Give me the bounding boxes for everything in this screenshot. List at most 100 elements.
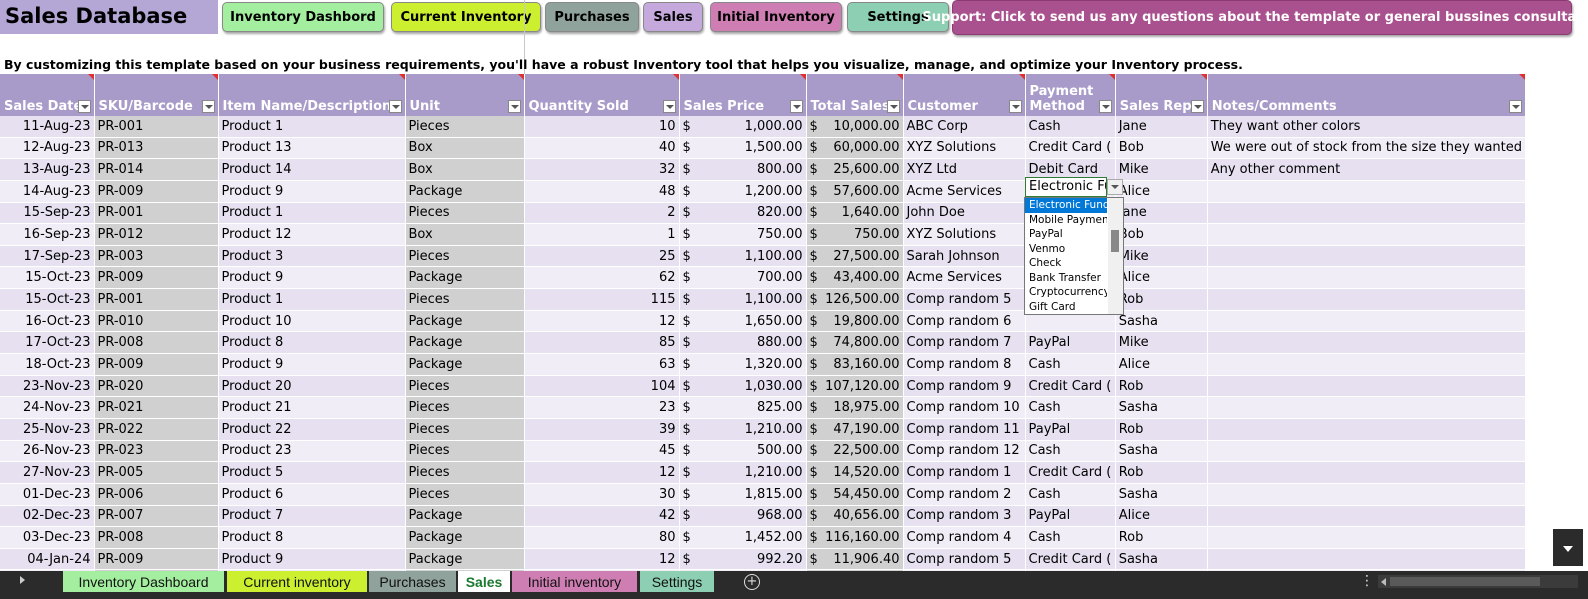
dropdown-option[interactable]: Mobile Paymen: [1025, 213, 1107, 228]
table-cell[interactable]: Product 9: [218, 353, 406, 376]
table-cell[interactable]: [1207, 461, 1527, 484]
table-cell[interactable]: [1207, 396, 1527, 419]
table-cell[interactable]: Any other comment: [1207, 158, 1527, 181]
table-cell[interactable]: $1,210.00: [679, 461, 807, 484]
payment-method-dropdown[interactable]: Electronic Fu: [1025, 177, 1107, 197]
table-cell[interactable]: $54,450.00: [806, 483, 904, 506]
filter-dropdown-icon[interactable]: [789, 100, 803, 113]
table-cell[interactable]: PR-001: [94, 202, 219, 225]
table-cell[interactable]: Product 14: [218, 158, 406, 181]
sheet-tab-2[interactable]: Purchases: [369, 571, 456, 592]
table-cell[interactable]: Pieces: [405, 440, 525, 463]
table-cell[interactable]: 1: [524, 223, 680, 246]
table-cell[interactable]: Sasha: [1115, 396, 1208, 419]
table-cell[interactable]: $992.20: [679, 548, 807, 571]
table-cell[interactable]: 03-Dec-23: [0, 526, 95, 549]
table-cell[interactable]: 13-Aug-23: [0, 158, 95, 181]
table-cell[interactable]: $107,120.00: [806, 375, 904, 398]
table-cell[interactable]: 16-Oct-23: [0, 310, 95, 333]
table-cell[interactable]: Box: [405, 223, 525, 246]
table-cell[interactable]: $18,975.00: [806, 396, 904, 419]
table-cell[interactable]: 16-Sep-23: [0, 223, 95, 246]
table-cell[interactable]: Alice: [1115, 180, 1208, 203]
table-cell[interactable]: $800.00: [679, 158, 807, 181]
table-cell[interactable]: $11,906.40: [806, 548, 904, 571]
table-cell[interactable]: We were out of stock from the size they …: [1207, 137, 1527, 160]
nav-button-2[interactable]: Purchases: [545, 2, 639, 32]
table-cell[interactable]: Comp random 3: [903, 505, 1026, 528]
table-cell[interactable]: $1,100.00: [679, 245, 807, 268]
table-cell[interactable]: Pieces: [405, 288, 525, 311]
table-cell[interactable]: $116,160.00: [806, 526, 904, 549]
table-cell[interactable]: $83,160.00: [806, 353, 904, 376]
table-cell[interactable]: Alice: [1115, 353, 1208, 376]
table-cell[interactable]: Comp random 1: [903, 461, 1026, 484]
table-cell[interactable]: Package: [405, 266, 525, 290]
table-cell[interactable]: Cash: [1025, 353, 1116, 376]
sheet-tab-4[interactable]: Initial inventory: [512, 571, 637, 592]
table-cell[interactable]: $1,100.00: [679, 288, 807, 311]
table-cell[interactable]: 01-Dec-23: [0, 483, 95, 506]
table-cell[interactable]: PR-020: [94, 375, 219, 398]
dropdown-option[interactable]: PayPal: [1025, 227, 1107, 242]
table-cell[interactable]: Mike: [1115, 158, 1208, 181]
table-cell[interactable]: 2: [524, 202, 680, 225]
dropdown-option[interactable]: Venmo: [1025, 242, 1107, 257]
table-cell[interactable]: 45: [524, 440, 680, 463]
table-cell[interactable]: 15-Oct-23: [0, 266, 95, 290]
dropdown-option[interactable]: Bank Transfer: [1025, 271, 1107, 286]
table-cell[interactable]: 25-Nov-23: [0, 418, 95, 441]
table-cell[interactable]: Package: [405, 505, 525, 528]
filter-dropdown-icon[interactable]: [1190, 100, 1204, 113]
table-cell[interactable]: [1207, 526, 1527, 549]
table-cell[interactable]: PayPal: [1025, 418, 1116, 441]
column-header[interactable]: Payment Method: [1025, 74, 1116, 116]
table-cell[interactable]: 63: [524, 353, 680, 376]
table-cell[interactable]: Comp random 5: [903, 288, 1026, 311]
table-cell[interactable]: PR-008: [94, 331, 219, 355]
table-cell[interactable]: Comp random 6: [903, 310, 1026, 333]
table-cell[interactable]: Box: [405, 137, 525, 160]
dropdown-scroll-thumb[interactable]: [1111, 230, 1119, 252]
table-cell[interactable]: Pieces: [405, 483, 525, 506]
table-cell[interactable]: Product 9: [218, 266, 406, 290]
table-cell[interactable]: $1,815.00: [679, 483, 807, 506]
table-cell[interactable]: Package: [405, 331, 525, 355]
table-cell[interactable]: Product 21: [218, 396, 406, 419]
table-cell[interactable]: Alice: [1115, 266, 1208, 290]
table-cell[interactable]: PR-009: [94, 353, 219, 376]
table-cell[interactable]: [1207, 440, 1527, 463]
table-cell[interactable]: Package: [405, 353, 525, 376]
table-cell[interactable]: Box: [405, 158, 525, 181]
table-cell[interactable]: Pieces: [405, 245, 525, 268]
table-cell[interactable]: $1,500.00: [679, 137, 807, 160]
horizontal-scrollbar[interactable]: [1378, 575, 1578, 588]
table-cell[interactable]: Comp random 11: [903, 418, 1026, 441]
table-cell[interactable]: 115: [524, 288, 680, 311]
table-cell[interactable]: $700.00: [679, 266, 807, 290]
table-cell[interactable]: Rob: [1115, 461, 1208, 484]
table-cell[interactable]: PR-012: [94, 223, 219, 246]
table-cell[interactable]: Rob: [1115, 288, 1208, 311]
table-cell[interactable]: [1207, 266, 1527, 290]
table-cell[interactable]: [1207, 375, 1527, 398]
table-cell[interactable]: Pieces: [405, 461, 525, 484]
table-cell[interactable]: $1,320.00: [679, 353, 807, 376]
table-cell[interactable]: PayPal: [1025, 505, 1116, 528]
table-cell[interactable]: Jane: [1115, 116, 1208, 138]
table-cell[interactable]: [1207, 505, 1527, 528]
table-cell[interactable]: $19,800.00: [806, 310, 904, 333]
table-cell[interactable]: 18-Oct-23: [0, 353, 95, 376]
table-cell[interactable]: PR-005: [94, 461, 219, 484]
table-cell[interactable]: PayPal: [1025, 331, 1116, 355]
table-cell[interactable]: 27-Nov-23: [0, 461, 95, 484]
table-cell[interactable]: $57,600.00: [806, 180, 904, 203]
table-cell[interactable]: Product 12: [218, 223, 406, 246]
table-cell[interactable]: Product 20: [218, 375, 406, 398]
table-cell[interactable]: 26-Nov-23: [0, 440, 95, 463]
table-cell[interactable]: 15-Oct-23: [0, 288, 95, 311]
table-cell[interactable]: 04-Jan-24: [0, 548, 95, 571]
table-cell[interactable]: $27,500.00: [806, 245, 904, 268]
tab-nav-arrow-icon[interactable]: [20, 576, 25, 584]
table-cell[interactable]: 17-Oct-23: [0, 331, 95, 355]
